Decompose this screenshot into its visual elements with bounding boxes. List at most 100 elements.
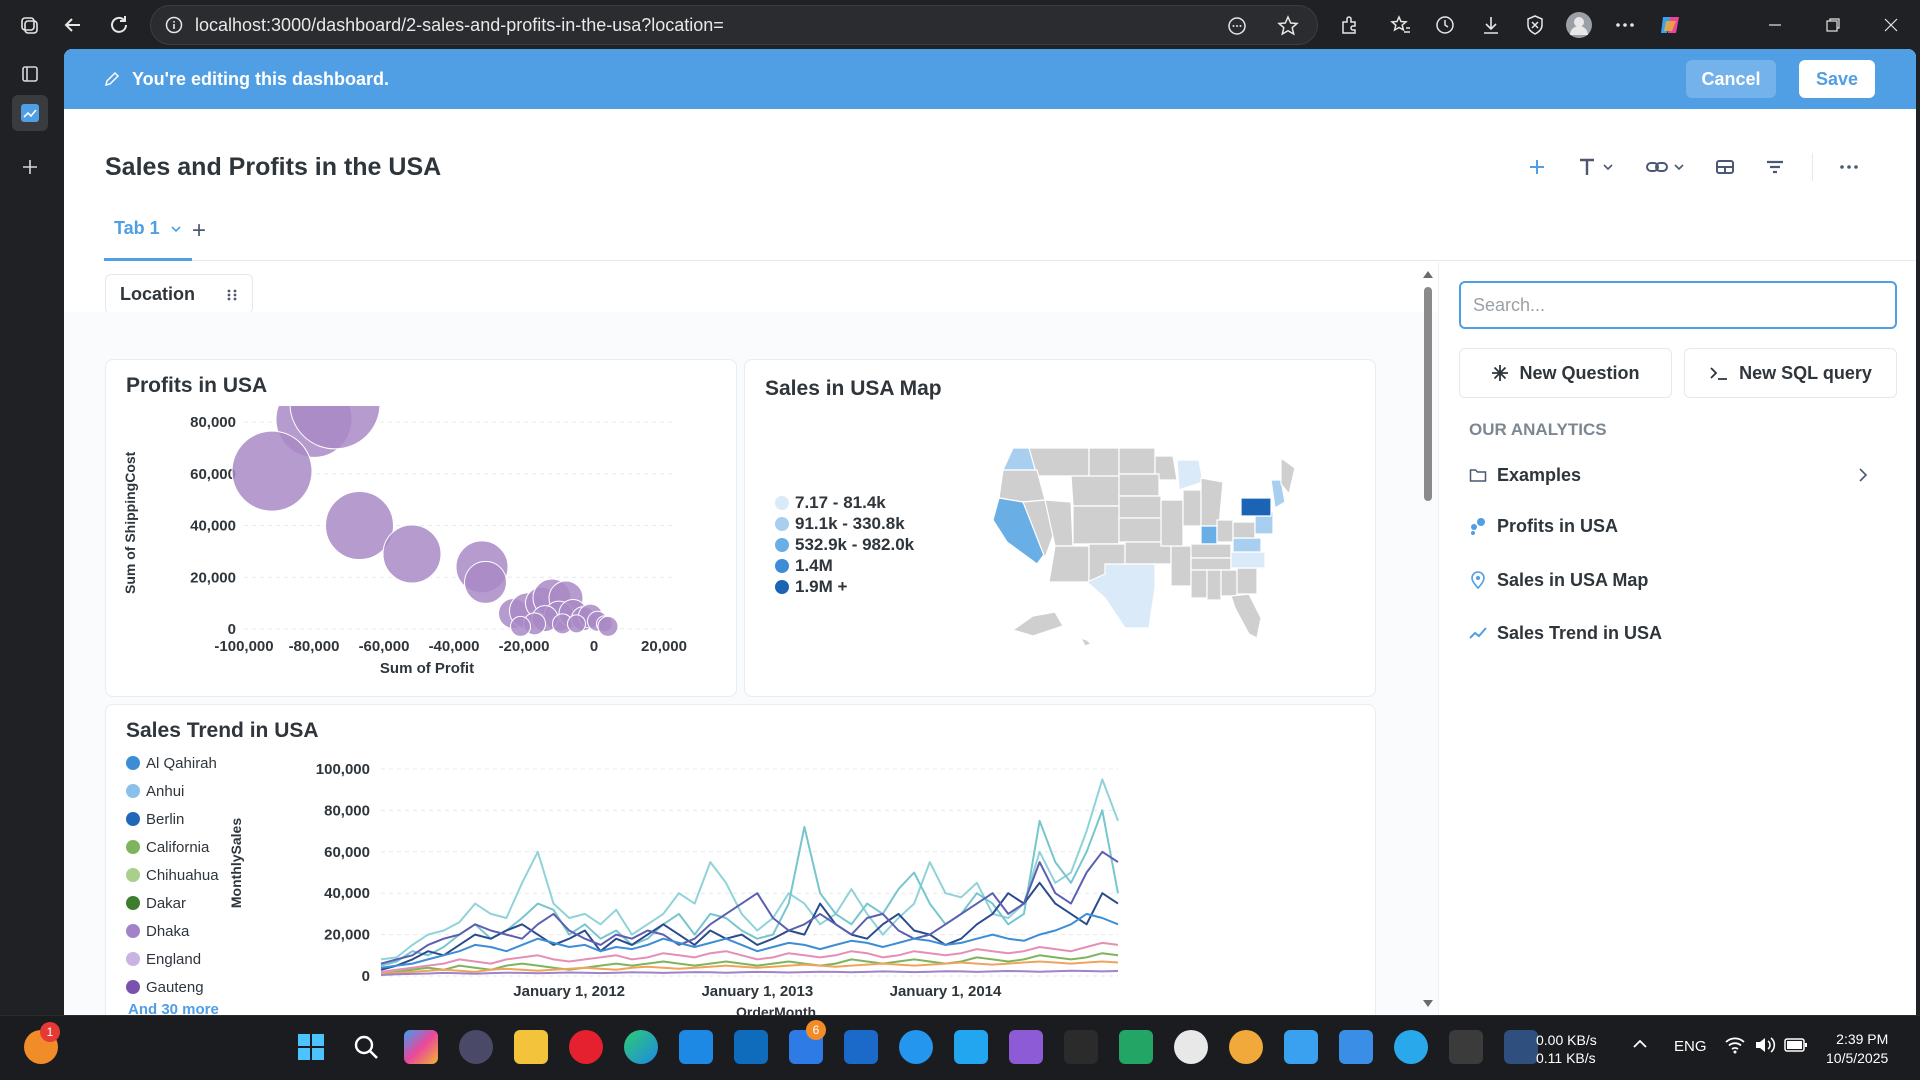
dashboard-scrollbar[interactable] [1421,269,1435,1009]
drag-handle-icon[interactable] [226,288,238,302]
metabase-tab-icon[interactable] [12,95,48,131]
usa-map[interactable] [985,448,1315,658]
telegram-icon[interactable] [1394,1030,1428,1064]
add-text-icon[interactable] [1572,149,1622,185]
favorites-icon[interactable] [1386,10,1416,40]
clock[interactable]: 2:39 PM 10/5/2025 [1826,1030,1888,1068]
copilot-taskbar-icon[interactable] [404,1030,438,1064]
url-text[interactable]: localhost:3000/dashboard/2-sales-and-pro… [195,15,724,36]
add-link-icon[interactable] [1642,149,1692,185]
sheets-icon[interactable] [1119,1030,1153,1064]
extensions-icon[interactable] [1334,10,1364,40]
new-sql-query-label[interactable]: New SQL query [1739,363,1872,384]
add-question-icon[interactable] [1522,149,1552,185]
search-input[interactable] [1459,281,1897,329]
sidebar-item-examples[interactable]: Examples [1469,460,1889,490]
photos-icon[interactable] [1339,1030,1373,1064]
location-filter-label[interactable]: Location [120,284,195,305]
address-bar[interactable]: localhost:3000/dashboard/2-sales-and-pro… [150,5,1318,45]
battery-icon[interactable] [1784,1037,1808,1053]
dashboard-title[interactable]: Sales and Profits in the USA [105,153,441,182]
clock-app-icon[interactable] [1174,1030,1208,1064]
workspaces-icon[interactable] [14,10,44,40]
profile-avatar[interactable] [1564,10,1594,40]
network-monitor-icon[interactable] [1504,1030,1538,1064]
sidebar-item-profits[interactable]: Profits in USA [1469,511,1889,541]
back-icon[interactable] [58,10,88,40]
tab-1-label[interactable]: Tab 1 [114,218,160,239]
y-tick-label: 20,000 [190,569,236,586]
tab-1[interactable]: Tab 1 [104,199,192,261]
copilot-icon[interactable] [1656,10,1686,40]
cancel-button[interactable]: Cancel [1686,60,1776,98]
favorite-star-icon[interactable] [1277,15,1299,37]
sidebar-item-map[interactable]: Sales in USA Map [1469,565,1889,595]
chevron-down-icon[interactable] [170,223,182,235]
browser-toolbar: localhost:3000/dashboard/2-sales-and-pro… [0,0,1920,49]
restore-icon[interactable] [1818,10,1848,40]
legend-item[interactable]: 1.9M + [775,576,914,597]
trend-x-axis-label: OrderMonth [736,1004,817,1015]
new-tab-icon[interactable] [12,149,48,185]
sidebar-item-label[interactable]: Sales Trend in USA [1497,623,1662,644]
start-icon[interactable] [294,1030,328,1064]
more-options-icon[interactable] [1610,10,1640,40]
edge-icon[interactable] [624,1030,658,1064]
x-tick-label: -20,000 [499,638,550,655]
edit-banner-text: You're editing this dashboard. [132,68,389,89]
sidebar-item-trend[interactable]: Sales Trend in USA [1469,618,1889,648]
trend-card[interactable]: Sales Trend in USA Al Qahirah Anhui Berlin… [105,704,1376,1015]
y-tick-label: 0 [362,968,370,985]
file-explorer-icon[interactable] [514,1030,548,1064]
legend-item[interactable]: 7.17 - 81.4k [775,492,914,513]
map-card-title[interactable]: Sales in USA Map [765,377,942,401]
volume-icon[interactable] [1754,1036,1776,1054]
read-aloud-icon[interactable] [1227,16,1247,36]
legend-item[interactable]: 532.9k - 982.0k [775,534,914,555]
wifi-icon[interactable] [1724,1036,1746,1054]
minimize-icon[interactable] [1760,10,1790,40]
calendar-icon[interactable] [679,1030,713,1064]
chevron-up-icon[interactable] [1632,1038,1648,1050]
info-icon[interactable] [165,16,183,34]
downloads-icon[interactable] [1476,10,1506,40]
legend-item[interactable]: 1.4M [775,555,914,576]
language-indicator[interactable]: ENG [1674,1038,1707,1055]
save-button[interactable]: Save [1799,60,1875,98]
search-icon[interactable] [349,1030,383,1064]
docker-icon[interactable] [899,1030,933,1064]
chevron-right-icon[interactable] [1857,467,1869,483]
close-window-icon[interactable] [1876,10,1906,40]
visual-studio-icon[interactable] [1009,1030,1043,1064]
add-section-icon[interactable] [1710,149,1740,185]
sidebar-item-label[interactable]: Examples [1497,465,1581,486]
sales-trend-line-chart[interactable]: 0 20,000 40,000 60,000 80,000 100,000 January … [106,705,1376,1015]
browser-essentials-icon[interactable] [1520,10,1550,40]
headset-app-icon[interactable] [1229,1030,1263,1064]
add-filter-icon[interactable] [1760,149,1790,185]
add-tab-button[interactable]: + [192,217,206,245]
refresh-icon[interactable] [104,10,134,40]
notepad-icon[interactable] [1284,1030,1318,1064]
outlook-icon[interactable] [734,1030,768,1064]
remote-desktop-icon[interactable] [844,1030,878,1064]
profits-card[interactable]: Profits in USA 0 20,000 40,000 60,000 80,000… [105,359,737,697]
sidebar-item-label[interactable]: Profits in USA [1497,516,1618,537]
map-card[interactable]: Sales in USA Map 7.17 - 81.4k 91.1k - 330… [744,359,1376,697]
terminal-taskbar-icon[interactable] [1449,1030,1483,1064]
tab-actions-icon[interactable] [12,56,48,92]
sidebar-item-label[interactable]: Sales in USA Map [1497,570,1648,591]
legend-item[interactable]: 91.1k - 330.8k [775,513,914,534]
more-actions-icon[interactable] [1834,149,1864,185]
new-question-button[interactable]: New Question [1459,348,1672,398]
location-filter[interactable]: Location [105,274,253,314]
figma-icon[interactable] [1064,1030,1098,1064]
vscode-icon[interactable] [954,1030,988,1064]
net-up: 0.00 KB/s [1536,1032,1597,1048]
new-sql-query-button[interactable]: New SQL query [1684,348,1897,398]
media-player-icon[interactable] [459,1030,493,1064]
opera-icon[interactable] [569,1030,603,1064]
profits-scatter-chart[interactable]: 0 20,000 40,000 60,000 80,000 -100,000 -80,000… [106,360,737,697]
new-question-label[interactable]: New Question [1519,363,1639,384]
history-icon[interactable] [1430,10,1460,40]
